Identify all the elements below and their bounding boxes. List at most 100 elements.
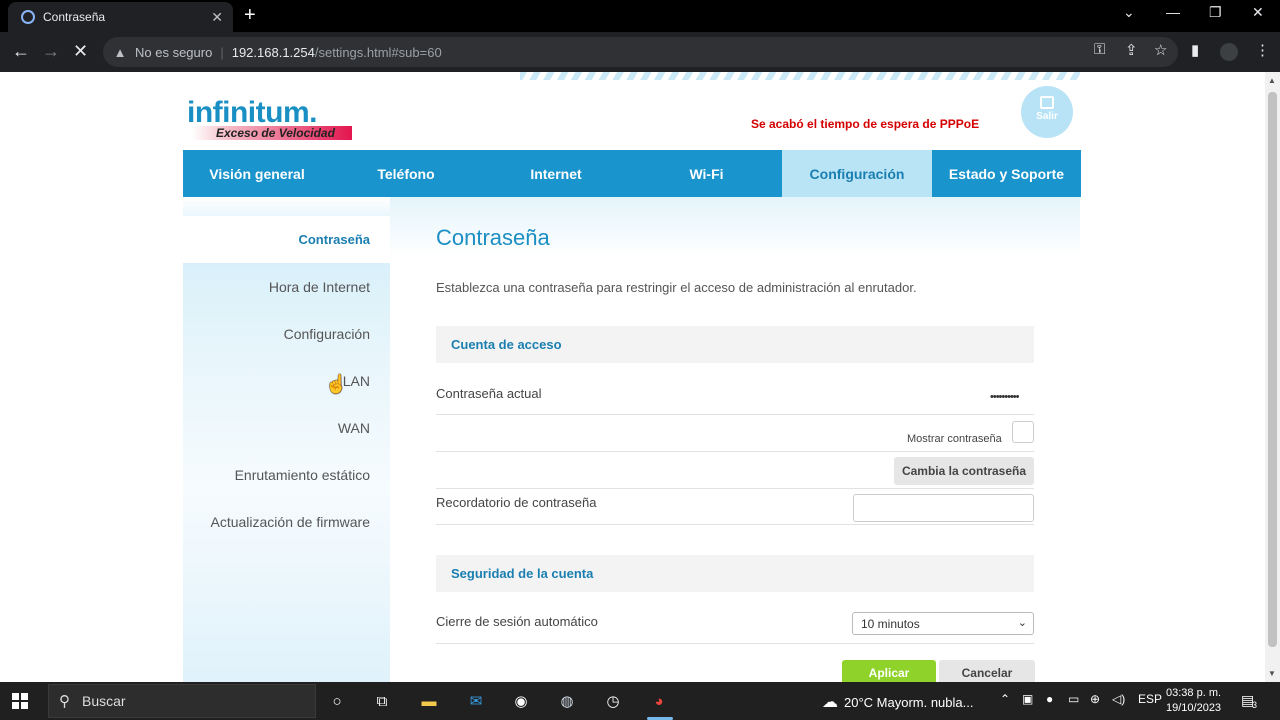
task-view-icon[interactable]: ⧉	[370, 690, 394, 712]
taskbar-search-placeholder: Buscar	[82, 693, 126, 709]
current-password-label: Contraseña actual	[436, 386, 542, 401]
router-page: infinitum. Exceso de Velocidad Se acabó …	[0, 72, 1265, 682]
auto-logout-value: 10 minutos	[861, 616, 920, 631]
sidebar-item-lan[interactable]: LAN	[183, 357, 390, 404]
decorative-stripe	[520, 72, 1080, 80]
restore-icon[interactable]: ❐	[1209, 4, 1222, 21]
display-icon[interactable]: ▭	[1068, 692, 1079, 706]
security-label[interactable]: No es seguro	[135, 45, 212, 60]
pppoe-alert: Se acabó el tiempo de espera de PPPoE	[751, 117, 980, 131]
scroll-down-arrow-icon[interactable]: ▼	[1268, 669, 1276, 678]
new-tab-icon[interactable]: +	[244, 4, 256, 27]
nav-item-overview[interactable]: Visión general	[183, 150, 331, 197]
more-menu-icon[interactable]: ⋮	[1255, 41, 1270, 59]
scrollbar-thumb[interactable]	[1268, 92, 1277, 647]
logo-slogan: Exceso de Velocidad	[216, 126, 335, 140]
settings-sidebar: Contraseña Hora de Internet Configuració…	[183, 197, 390, 682]
auto-logout-select[interactable]: 10 minutos ⌄	[852, 612, 1034, 635]
network-icon[interactable]: ⊕	[1090, 692, 1100, 706]
tray-expand-icon[interactable]: ⌃	[1000, 692, 1010, 706]
taskbar-clock[interactable]: 03:38 p. m. 19/10/2023	[1166, 686, 1221, 716]
close-window-icon[interactable]: ✕	[1252, 4, 1264, 21]
chevron-down-icon: ⌄	[1017, 617, 1027, 629]
minimize-icon[interactable]: —	[1166, 4, 1180, 20]
clock-app-icon[interactable]: ◷	[601, 690, 625, 712]
password-reminder-label: Recordatorio de contraseña	[436, 495, 597, 510]
sidebar-item-internet-time[interactable]: Hora de Internet	[183, 263, 390, 310]
forward-arrow-icon[interactable]: →	[42, 41, 60, 62]
warning-triangle-icon[interactable]: ▲	[113, 45, 127, 60]
change-password-button[interactable]: Cambia la contraseña	[894, 457, 1034, 485]
nav-item-wifi[interactable]: Wi-Fi	[631, 150, 782, 197]
nav-item-configuration[interactable]: Configuración	[782, 150, 932, 197]
url-host: 192.168.1.254	[231, 44, 315, 60]
page-description: Establezca una contraseña para restringi…	[436, 280, 917, 295]
cortana-icon[interactable]: ○	[325, 690, 349, 712]
sidebar-item-configuration[interactable]: Configuración	[183, 310, 390, 357]
url-path: /settings.html#sub=60	[314, 44, 442, 60]
password-reminder-input[interactable]	[853, 494, 1034, 522]
close-tab-icon[interactable]: ✕	[211, 9, 223, 26]
input-language[interactable]: ESP	[1138, 692, 1162, 706]
sidebar-item-firmware-update[interactable]: Actualización de firmware	[183, 498, 390, 545]
share-icon[interactable]: ⇪	[1125, 41, 1138, 59]
file-explorer-icon[interactable]: ▬	[417, 690, 441, 712]
network-app-icon[interactable]: ◍	[555, 690, 579, 712]
side-panel-icon[interactable]: ▮	[1191, 41, 1199, 59]
profile-avatar-icon[interactable]	[1220, 43, 1238, 61]
address-bar[interactable]: ▲ No es seguro | 192.168.1.254 /settings…	[103, 37, 1178, 67]
sidebar-item-wan[interactable]: WAN	[183, 404, 390, 451]
divider	[436, 524, 1034, 525]
cloud-icon: ☁	[822, 694, 838, 711]
mail-icon[interactable]: ✉	[464, 690, 488, 712]
sidebar-item-password[interactable]: Contraseña	[183, 216, 390, 263]
page-scrollbar[interactable]: ▲ ▼	[1265, 72, 1280, 682]
unlock-icon	[1040, 96, 1054, 109]
taskbar-search-box[interactable]: ⚲ Buscar	[48, 684, 316, 718]
bookmark-star-icon[interactable]: ☆	[1154, 41, 1167, 59]
nav-item-phone[interactable]: Teléfono	[331, 150, 481, 197]
microphone-icon[interactable]: ●	[1046, 692, 1053, 706]
address-separator: |	[220, 44, 224, 60]
browser-tab-strip: Contraseña ✕ + ⌄ — ❐ ✕	[0, 0, 1280, 32]
logout-button[interactable]: Salir	[1021, 86, 1073, 138]
dell-icon[interactable]: ◉	[509, 690, 533, 712]
section-account-header: Cuenta de acceso	[436, 326, 1034, 363]
sidebar-item-static-routing[interactable]: Enrutamiento estático	[183, 451, 390, 498]
tab-search-chevron-icon[interactable]: ⌄	[1123, 4, 1135, 21]
cancel-button[interactable]: Cancelar	[939, 660, 1035, 682]
scroll-up-arrow-icon[interactable]: ▲	[1268, 76, 1276, 85]
key-icon[interactable]: ⚿	[1094, 41, 1105, 58]
clock-date: 19/10/2023	[1166, 702, 1222, 714]
address-toolbar: ← → ✕ ▲ No es seguro | 192.168.1.254 /se…	[0, 32, 1280, 72]
nav-item-status-support[interactable]: Estado y Soporte	[932, 150, 1081, 197]
meet-now-icon[interactable]: ▣	[1022, 692, 1033, 706]
tab-title: Contraseña	[43, 10, 106, 24]
chrome-icon[interactable]: ◕	[647, 690, 671, 712]
section-security-header: Seguridad de la cuenta	[436, 555, 1034, 592]
divider	[436, 451, 1034, 452]
logo-brand: infinitum.	[187, 96, 317, 129]
main-nav: Visión general Teléfono Internet Wi-Fi C…	[183, 150, 1081, 197]
back-arrow-icon[interactable]: ←	[12, 41, 30, 62]
volume-icon[interactable]: ◁)	[1112, 692, 1125, 706]
auto-logout-label: Cierre de sesión automático	[436, 614, 598, 629]
browser-tab[interactable]: Contraseña ✕	[8, 2, 233, 32]
stop-loading-icon[interactable]: ✕	[73, 41, 88, 62]
hand-cursor-icon: ☝	[325, 374, 348, 394]
weather-text: 20°C Mayorm. nubla...	[844, 694, 974, 710]
clock-time: 03:38 p. m.	[1166, 687, 1222, 699]
show-password-label: Mostrar contraseña	[907, 433, 1002, 445]
infinitum-logo: infinitum. Exceso de Velocidad	[187, 96, 352, 140]
weather-widget[interactable]: ☁ 20°C Mayorm. nubla...	[822, 692, 973, 712]
divider	[436, 643, 1034, 644]
show-password-checkbox[interactable]	[1012, 421, 1034, 443]
notification-count: 3	[1252, 700, 1258, 710]
logout-label: Salir	[1036, 111, 1058, 122]
tab-favicon-icon	[21, 10, 35, 24]
nav-item-internet[interactable]: Internet	[481, 150, 631, 197]
apply-button[interactable]: Aplicar	[842, 660, 936, 682]
windows-start-icon[interactable]	[12, 693, 28, 709]
page-title: Contraseña	[436, 225, 550, 250]
divider	[436, 488, 1034, 489]
